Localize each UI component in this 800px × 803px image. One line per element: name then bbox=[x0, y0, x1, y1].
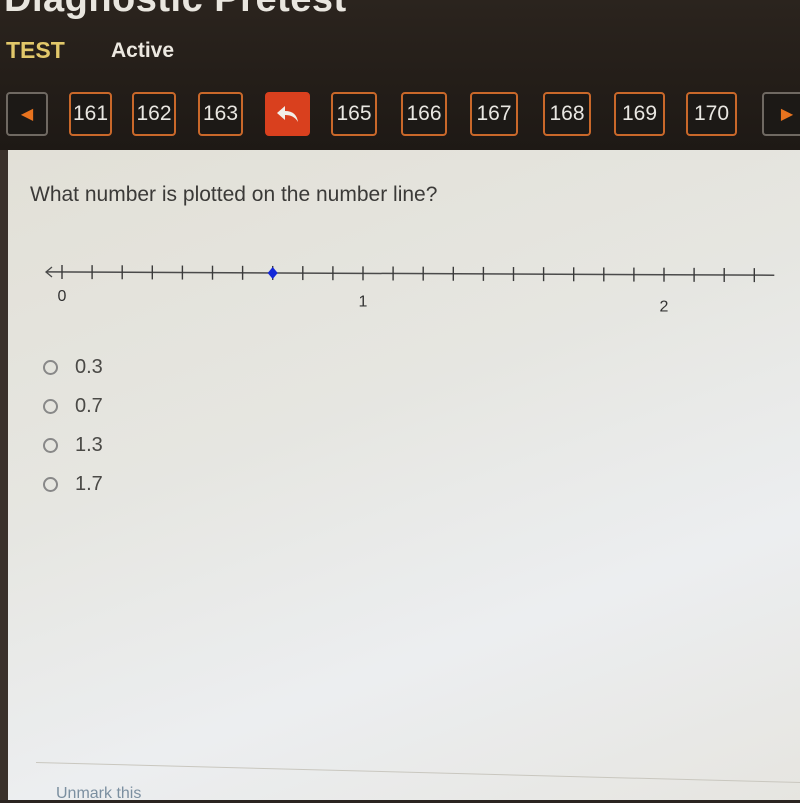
next-button[interactable]: ▶ bbox=[762, 92, 800, 136]
right-triangle-icon: ▶ bbox=[780, 106, 794, 123]
question-number: 166 bbox=[406, 102, 442, 125]
question-166-button[interactable]: 166 bbox=[401, 92, 447, 136]
option-label: 1.7 bbox=[75, 473, 103, 495]
option-label: 0.3 bbox=[75, 356, 103, 378]
question-number: 168 bbox=[549, 102, 585, 125]
answer-option-1-3[interactable]: 1.3 bbox=[43, 426, 103, 465]
status-label: Active bbox=[111, 39, 175, 62]
tick-label: 2 bbox=[660, 299, 669, 316]
question-168-button[interactable]: 168 bbox=[543, 92, 591, 136]
unmark-link[interactable]: Unmark this bbox=[56, 785, 141, 803]
radio-button[interactable] bbox=[43, 438, 58, 453]
answer-option-0-3[interactable]: 0.3 bbox=[43, 348, 103, 387]
question-panel: What number is plotted on the number lin… bbox=[8, 150, 800, 803]
question-167-button[interactable]: 167 bbox=[470, 92, 518, 136]
answer-option-0-7[interactable]: 0.7 bbox=[43, 387, 103, 426]
radio-button[interactable] bbox=[43, 399, 58, 414]
footer-divider bbox=[35, 762, 800, 784]
question-169-button[interactable]: 169 bbox=[614, 92, 665, 136]
tick-label: 1 bbox=[359, 293, 368, 310]
radio-button[interactable] bbox=[43, 360, 58, 375]
question-number: 163 bbox=[202, 102, 239, 125]
left-triangle-icon: ◀ bbox=[20, 106, 34, 123]
question-163-button[interactable]: 163 bbox=[198, 92, 243, 136]
question-161-button[interactable]: 161 bbox=[69, 92, 112, 136]
app-title: Diagnostic Pretest bbox=[4, 0, 347, 21]
number-line: 0 1 2 bbox=[44, 265, 775, 316]
question-number: 165 bbox=[336, 102, 372, 125]
mode-label: TEST bbox=[6, 37, 65, 63]
question-number: 169 bbox=[621, 102, 658, 125]
question-number: 162 bbox=[136, 102, 172, 125]
previous-button[interactable]: ◀ bbox=[6, 92, 48, 136]
question-number: 167 bbox=[476, 102, 512, 125]
question-number: 161 bbox=[72, 102, 109, 125]
top-bar: Diagnostic Pretest TEST Active ◀ 161 162… bbox=[0, 0, 800, 150]
option-label: 1.3 bbox=[75, 434, 103, 456]
radio-button[interactable] bbox=[43, 477, 58, 492]
return-arrow-icon bbox=[276, 106, 298, 122]
window-edge bbox=[0, 150, 8, 800]
current-question-button[interactable] bbox=[265, 92, 310, 136]
question-navigation: ◀ 161 162 163 165 166 167 168 169 170 ▶ bbox=[0, 92, 800, 140]
plotted-point bbox=[267, 266, 278, 279]
tick-label: 0 bbox=[58, 288, 67, 305]
question-165-button[interactable]: 165 bbox=[331, 92, 377, 136]
axis-line bbox=[45, 271, 775, 276]
question-text: What number is plotted on the number lin… bbox=[30, 183, 438, 206]
option-label: 0.7 bbox=[75, 395, 103, 417]
question-162-button[interactable]: 162 bbox=[132, 92, 176, 136]
question-number: 170 bbox=[693, 102, 730, 125]
question-170-button[interactable]: 170 bbox=[686, 92, 737, 136]
answer-options: 0.3 0.7 1.3 1.7 bbox=[43, 348, 103, 504]
answer-option-1-7[interactable]: 1.7 bbox=[43, 465, 103, 504]
